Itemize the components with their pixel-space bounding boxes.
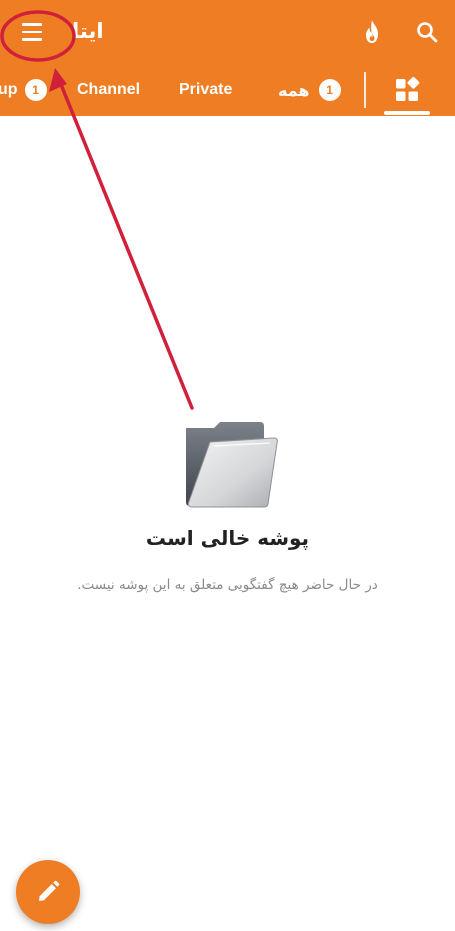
hamburger-menu-icon[interactable] — [14, 16, 50, 48]
tab-group-label: up — [0, 81, 18, 98]
tab-private-label: Private — [179, 81, 233, 98]
folder-tabs: up 1 Channel Private همه 1 — [0, 64, 455, 116]
empty-state-description: در حال حاضر هیچ گفتگویی متعلق به این پوش… — [77, 577, 378, 593]
compose-button[interactable] — [16, 860, 80, 924]
tab-channel[interactable]: Channel — [77, 64, 140, 116]
tab-group-badge: 1 — [24, 79, 47, 101]
tab-all-label: همه — [278, 80, 310, 100]
folders-grid-icon[interactable] — [384, 64, 430, 116]
tab-channel-label: Channel — [77, 81, 141, 98]
tab-all[interactable]: همه 1 — [278, 64, 341, 116]
app-bar: ایتا up 1 Channel Private همه 1 — [0, 0, 455, 116]
flame-icon[interactable] — [356, 16, 388, 48]
annotation-arrow-line — [58, 80, 194, 410]
tab-all-badge: 1 — [318, 79, 341, 101]
empty-state-title: پوشه خالی است — [145, 526, 310, 550]
pencil-icon — [39, 880, 60, 901]
tab-group[interactable]: up 1 — [0, 64, 47, 116]
empty-folder-icon — [180, 418, 280, 510]
active-tab-indicator — [384, 111, 430, 115]
chat-list-screen: ایتا up 1 Channel Private همه 1 پوشه خال… — [0, 0, 455, 931]
tab-divider — [364, 72, 366, 108]
search-icon[interactable] — [411, 16, 443, 48]
app-title: ایتا — [72, 19, 104, 43]
tab-private[interactable]: Private — [179, 64, 232, 116]
